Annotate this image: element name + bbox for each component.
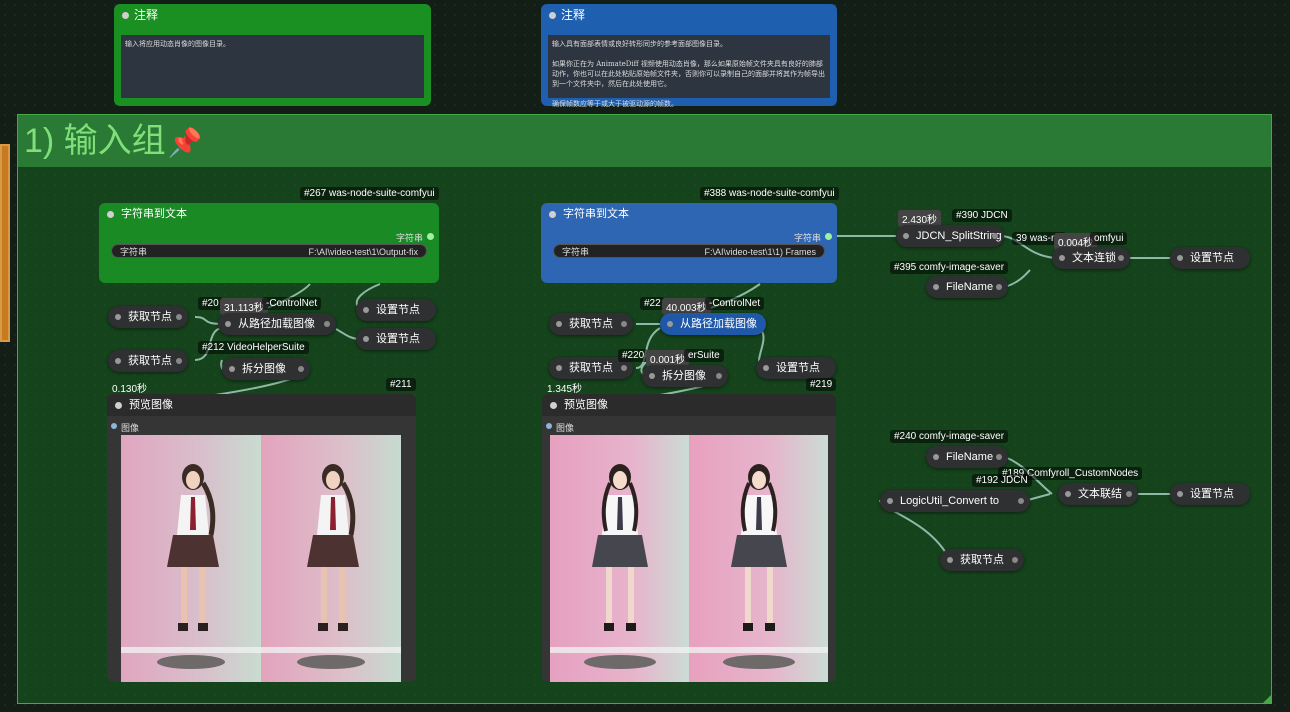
node-badge: #388 was-node-suite-comfyui <box>700 187 839 200</box>
input-port-icon[interactable] <box>546 423 552 429</box>
collapse-dot-icon <box>363 307 369 313</box>
port-dot-icon <box>324 321 330 327</box>
port-dot-icon <box>176 314 182 320</box>
collapse-dot-icon[interactable] <box>107 211 114 218</box>
image-saver-badge: #240 comfy-image-saver <box>890 430 1009 443</box>
collapse-dot-icon <box>947 557 953 563</box>
preview-badge: #211 <box>386 378 416 391</box>
was-node-badge-suffix: omfyui <box>1090 232 1128 245</box>
logic-util-convert-node[interactable]: LogicUtil_Convert to <box>880 490 1030 512</box>
string-input-field[interactable]: 字符串 F:\AI\video-test\1\1) Frames <box>553 244 825 258</box>
set-node[interactable]: 设置节点 <box>1170 247 1250 269</box>
string-to-text-node[interactable]: 字符串到文本 字符串 字符串 F:\AI\video-test\1\1) Fram… <box>541 203 837 283</box>
port-dot-icon <box>996 284 1002 290</box>
collapse-dot-icon <box>225 321 231 327</box>
jdcn-badge: #390 JDCN <box>952 209 1012 222</box>
collapse-dot-icon <box>763 365 769 371</box>
split-node-badge-id: #220 <box>618 349 649 362</box>
set-node-2[interactable]: 设置节点 <box>356 328 436 350</box>
get-node-2[interactable]: 获取节点 <box>108 350 188 372</box>
set-node-1[interactable]: 设置节点 <box>356 299 436 321</box>
get-node[interactable]: 获取节点 <box>940 549 1024 571</box>
collapse-dot-icon <box>363 336 369 342</box>
group-resize-handle[interactable] <box>1263 695 1271 703</box>
person-figures <box>550 462 828 669</box>
input-port-icon[interactable] <box>111 423 117 429</box>
collapse-dot-icon <box>933 454 939 460</box>
preview-image-node[interactable]: 预览图像 图像 <box>107 394 416 682</box>
collapse-dot-icon <box>933 284 939 290</box>
load-node-badge-id: #20 <box>198 297 223 310</box>
port-dot-icon <box>176 358 182 364</box>
preview-badge: #219 <box>806 378 837 391</box>
collapse-dot-icon <box>649 373 655 379</box>
string-input-field[interactable]: 字符串 F:\AI\video-test\1\Output-fix <box>111 244 427 258</box>
output-label: 字符串 <box>793 233 821 243</box>
collapse-dot-icon <box>1065 491 1071 497</box>
filename-node-2[interactable]: FileName <box>926 446 1008 468</box>
preview-image-node[interactable]: 预览图像 图像 <box>542 394 836 682</box>
node-title[interactable]: 字符串到文本 <box>541 203 837 225</box>
port-dot-icon <box>996 454 1002 460</box>
text-concatenate-node[interactable]: 文本连锁 <box>1052 247 1130 269</box>
collapse-dot-icon <box>903 233 909 239</box>
node-title[interactable]: 预览图像 <box>542 394 836 416</box>
set-node[interactable]: 设置节点 <box>1170 483 1250 505</box>
input-label: 图像 <box>121 423 140 433</box>
collapse-dot-icon[interactable] <box>115 402 122 409</box>
output-label: 字符串 <box>395 233 423 243</box>
preview-image[interactable] <box>121 435 401 682</box>
input-label: 图像 <box>556 423 575 433</box>
collapse-dot-icon[interactable] <box>549 211 556 218</box>
split-images-node[interactable]: 拆分图像 <box>222 358 310 380</box>
collapse-dot-icon <box>1177 491 1183 497</box>
vhs-badge: #212 VideoHelperSuite <box>198 341 309 354</box>
load-images-from-path-node[interactable]: 从路径加载图像 <box>218 313 336 335</box>
port-dot-icon <box>1018 498 1024 504</box>
port-dot-icon <box>716 373 722 379</box>
split-images-node[interactable]: 拆分图像 <box>642 365 728 387</box>
load-node-badge-id: #22 <box>640 297 665 310</box>
text-join-node[interactable]: 文本联结 <box>1058 483 1138 505</box>
get-node-1[interactable]: 获取节点 <box>549 313 633 335</box>
port-dot-icon <box>1012 557 1018 563</box>
collapse-dot-icon <box>115 358 121 364</box>
port-dot-icon <box>1126 491 1132 497</box>
jdcn-badge: #192 JDCN <box>972 474 1032 487</box>
collapse-dot-icon <box>556 321 562 327</box>
load-images-from-path-node[interactable]: 从路径加载图像 <box>660 313 766 335</box>
collapse-dot-icon <box>115 314 121 320</box>
collapse-dot-icon <box>667 321 673 327</box>
port-dot-icon <box>298 366 304 372</box>
port-dot-icon <box>621 321 627 327</box>
get-node-1[interactable]: 获取节点 <box>108 306 188 328</box>
load-node-badge-suffix: -ControlNet <box>262 297 322 310</box>
preview-image[interactable] <box>550 435 828 682</box>
port-dot-icon <box>621 365 627 371</box>
collapse-dot-icon <box>1059 255 1065 261</box>
filename-node-1[interactable]: FileName <box>926 276 1008 298</box>
load-node-badge-suffix: -ControlNet <box>705 297 765 310</box>
collapse-dot-icon <box>556 365 562 371</box>
person-figures <box>121 435 401 669</box>
node-badge: #267 was-node-suite-comfyui <box>300 187 439 200</box>
node-title[interactable]: 预览图像 <box>107 394 416 416</box>
port-dot-icon <box>992 233 998 239</box>
collapse-dot-icon <box>1177 255 1183 261</box>
jdcn-split-string-node[interactable]: JDCN_SplitString <box>896 225 1004 247</box>
image-saver-badge: #395 comfy-image-saver <box>890 261 1009 274</box>
set-node-1[interactable]: 设置节点 <box>756 357 836 379</box>
port-dot-icon <box>1118 255 1124 261</box>
string-to-text-node[interactable]: 字符串到文本 字符串 字符串 F:\AI\video-test\1\Output-… <box>99 203 439 283</box>
collapse-dot-icon <box>887 498 893 504</box>
collapse-dot-icon <box>229 366 235 372</box>
split-node-badge-suffix: erSuite <box>684 349 724 362</box>
node-title[interactable]: 字符串到文本 <box>99 203 439 225</box>
output-port-icon[interactable] <box>825 233 832 240</box>
collapse-dot-icon[interactable] <box>550 402 557 409</box>
output-port-icon[interactable] <box>427 233 434 240</box>
